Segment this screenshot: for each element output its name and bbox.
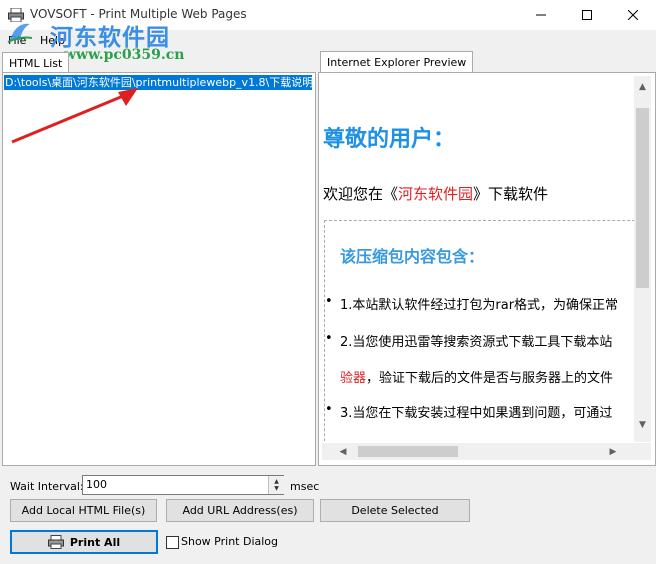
printer-icon — [47, 535, 64, 549]
bullet: • — [325, 402, 333, 417]
preview-heading: 尊敬的用户： — [323, 127, 456, 152]
red-arrow-annotation — [11, 88, 138, 144]
welcome-prefix: 欢迎您在《 — [323, 185, 399, 203]
print-all-button[interactable]: Print All — [10, 530, 158, 554]
spin-down-icon[interactable]: ▼ — [274, 485, 279, 492]
verifier-link[interactable]: 验器 — [340, 371, 366, 386]
bullet: • — [325, 331, 333, 346]
scroll-right-arrow-icon[interactable]: ▶ — [606, 444, 620, 459]
scroll-corner — [634, 443, 651, 460]
add-local-html-button[interactable]: Add Local HTML File(s) — [10, 499, 157, 522]
watermark-logo — [7, 23, 33, 43]
preview-line-1: 1.本站默认软件经过打包为rar格式，为确保正常 — [340, 298, 619, 313]
preview-line-3: 3.当您在下载安装过程中如果遇到问题，可通过 — [340, 406, 613, 421]
preview-subheading: 该压缩包内容包含： — [340, 247, 485, 266]
preview-welcome: 欢迎您在《河东软件园》下载软件 — [323, 183, 548, 204]
vertical-scroll-thumb[interactable] — [636, 108, 649, 288]
wait-interval-spinner[interactable]: ▲ ▼ — [268, 476, 284, 494]
welcome-site-link[interactable]: 河东软件园 — [398, 185, 473, 203]
maximize-button[interactable] — [564, 0, 610, 30]
add-url-button[interactable]: Add URL Address(es) — [166, 499, 314, 522]
spin-up-icon[interactable]: ▲ — [274, 478, 279, 485]
horizontal-scroll-thumb[interactable] — [358, 446, 458, 457]
minimize-icon — [536, 14, 546, 16]
minimize-button[interactable] — [518, 0, 564, 30]
welcome-suffix: 》下载软件 — [473, 185, 549, 203]
wait-interval-input[interactable]: 100 — [82, 475, 284, 495]
delete-selected-button[interactable]: Delete Selected — [320, 499, 470, 522]
scroll-down-arrow-icon[interactable]: ▼ — [634, 418, 651, 432]
line-2b-rest: ，验证下载后的文件是否与服务器上的文件 — [366, 371, 614, 386]
show-print-dialog-label[interactable]: Show Print Dialog — [181, 535, 278, 548]
scroll-up-arrow-icon[interactable]: ▲ — [634, 80, 651, 94]
preview-content: 尊敬的用户： 欢迎您在《河东软件园》下载软件 该压缩包内容包含： • 1.本站默… — [322, 76, 634, 442]
show-print-dialog-checkbox[interactable] — [166, 536, 179, 549]
preview-line-2b: 验器，验证下载后的文件是否与服务器上的文件 — [340, 367, 613, 386]
wait-unit-label: msec — [290, 480, 320, 493]
close-icon — [628, 10, 638, 20]
print-all-label: Print All — [69, 535, 121, 549]
wait-interval-label: Wait Interval: — [10, 480, 84, 493]
tab-html-list[interactable]: HTML List — [2, 52, 70, 73]
scroll-left-arrow-icon[interactable]: ◀ — [336, 444, 350, 459]
watermark-url: www.pc0359.cn — [64, 47, 185, 63]
close-button[interactable] — [610, 0, 656, 30]
bullet: • — [325, 294, 333, 309]
preview-line-2: 2.当您使用迅雷等搜索资源式下载工具下载本站 — [340, 335, 613, 350]
maximize-icon — [582, 10, 592, 20]
tab-ie-preview[interactable]: Internet Explorer Preview — [320, 51, 474, 73]
